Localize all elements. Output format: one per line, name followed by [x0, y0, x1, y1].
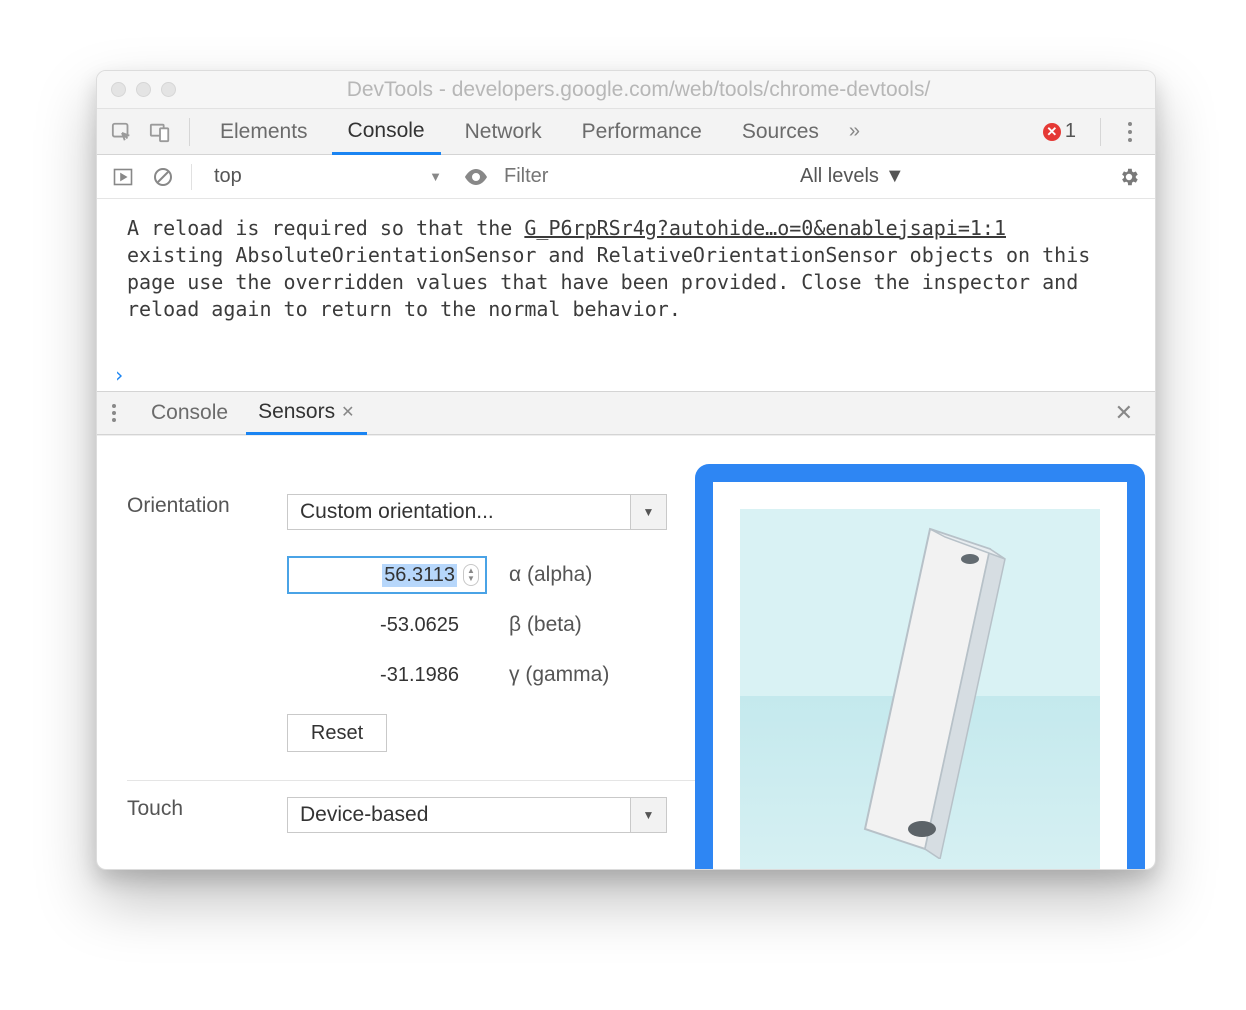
drawer-tab-console[interactable]: Console: [139, 392, 240, 434]
error-icon: ✕: [1043, 123, 1061, 141]
window-controls: [111, 82, 176, 97]
beta-input[interactable]: -53.0625: [287, 606, 487, 644]
tab-network[interactable]: Network: [449, 109, 558, 154]
touch-select[interactable]: Device-based ▼: [287, 797, 667, 833]
tab-performance[interactable]: Performance: [566, 109, 718, 154]
drawer-close-icon[interactable]: ✕: [1107, 400, 1141, 426]
clear-console-icon[interactable]: [151, 165, 175, 189]
chevron-down-icon: ▼: [630, 495, 666, 529]
alpha-label: α (alpha): [509, 563, 592, 587]
beta-label: β (beta): [509, 613, 582, 637]
chevron-down-icon: ▼: [885, 165, 905, 188]
window-titlebar: DevTools - developers.google.com/web/too…: [97, 71, 1155, 109]
orientation-select-value: Custom orientation...: [288, 500, 630, 524]
inspect-element-icon[interactable]: [107, 117, 137, 147]
close-tab-icon[interactable]: ✕: [335, 402, 354, 422]
devtools-window: DevTools - developers.google.com/web/too…: [96, 70, 1156, 870]
message-source-link[interactable]: G_P6rpRSr4g?autohide…o=0&enablejsapi=1:1: [524, 216, 1006, 240]
device-toggle-icon[interactable]: [145, 117, 175, 147]
drawer-tab-label: Sensors: [258, 400, 335, 424]
toolbar-divider: [1100, 118, 1101, 146]
toolbar-divider: [191, 164, 192, 190]
toolbar-divider: [189, 118, 190, 146]
devtools-toolbar: Elements Console Network Performance Sou…: [97, 109, 1155, 155]
gamma-input[interactable]: -31.1986: [287, 656, 487, 694]
console-message: A reload is required so that the G_P6rpR…: [97, 199, 1155, 359]
tab-sources[interactable]: Sources: [726, 109, 835, 154]
close-window-button[interactable]: [111, 82, 126, 97]
window-title: DevTools - developers.google.com/web/too…: [186, 78, 1141, 102]
live-expression-eye-icon[interactable]: [464, 165, 488, 189]
console-prompt[interactable]: ›: [97, 359, 1155, 391]
zoom-window-button[interactable]: [161, 82, 176, 97]
log-levels-label: All levels: [800, 165, 879, 188]
gamma-label: γ (gamma): [509, 663, 609, 687]
minimize-window-button[interactable]: [136, 82, 151, 97]
error-count-badge[interactable]: ✕ 1: [1033, 120, 1086, 143]
touch-label: Touch: [127, 797, 287, 833]
error-count: 1: [1065, 120, 1076, 143]
drawer-toolbar: Console Sensors ✕ ✕: [97, 391, 1155, 435]
reset-button[interactable]: Reset: [287, 714, 387, 752]
touch-section: Touch Device-based ▼: [127, 797, 1125, 833]
context-selector[interactable]: top ▼: [208, 165, 448, 188]
context-value: top: [214, 165, 242, 188]
console-settings-gear-icon[interactable]: [1117, 165, 1141, 189]
drawer-menu-icon[interactable]: [111, 403, 133, 423]
orientation-label: Orientation: [127, 494, 287, 752]
touch-select-value: Device-based: [288, 803, 630, 827]
gamma-value: -31.1986: [380, 664, 459, 687]
tabs-overflow-button[interactable]: »: [843, 120, 866, 143]
kebab-menu-icon[interactable]: [1115, 121, 1145, 143]
tab-console[interactable]: Console: [332, 110, 441, 155]
message-text-rest: existing AbsoluteOrientationSensor and R…: [127, 243, 1090, 321]
orientation-section: Orientation Custom orientation... ▼ 56.3…: [127, 494, 1125, 752]
orientation-select[interactable]: Custom orientation... ▼: [287, 494, 667, 530]
filter-input[interactable]: [504, 163, 784, 191]
chevron-down-icon: ▼: [429, 169, 442, 184]
execution-play-icon[interactable]: [111, 165, 135, 189]
log-levels-selector[interactable]: All levels ▼: [800, 165, 905, 188]
chevron-down-icon: ▼: [630, 798, 666, 832]
tab-elements[interactable]: Elements: [204, 109, 324, 154]
number-stepper-icon[interactable]: ▲▼: [463, 564, 479, 586]
console-toolbar: top ▼ All levels ▼: [97, 155, 1155, 199]
sensors-pane: Orientation Custom orientation... ▼ 56.3…: [97, 435, 1155, 869]
message-text-pre: A reload is required so that the: [127, 216, 524, 240]
alpha-input[interactable]: 56.3113 ▲▼: [287, 556, 487, 594]
beta-value: -53.0625: [380, 614, 459, 637]
alpha-value: 56.3113: [382, 564, 457, 587]
drawer-tab-sensors[interactable]: Sensors ✕: [246, 393, 366, 435]
